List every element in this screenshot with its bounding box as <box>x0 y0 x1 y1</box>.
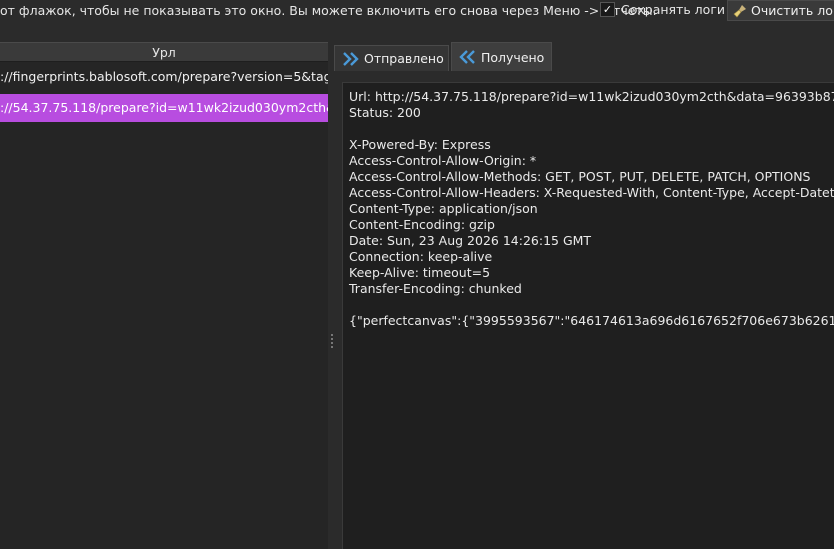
response-header: Access-Control-Allow-Headers: X-Requeste… <box>349 185 834 200</box>
toolbar: от флажок, чтобы не показывать это окно.… <box>0 0 834 22</box>
response-text-area[interactable]: Url: http://54.37.75.118/prepare?id=w11w… <box>342 82 834 549</box>
broom-icon <box>733 4 747 18</box>
clear-logs-label: Очистить логи <box>751 3 834 18</box>
response-header: Date: Sun, 23 Aug 2026 14:26:15 GMT <box>349 233 592 248</box>
response-url: Url: http://54.37.75.118/prepare?id=w11w… <box>349 89 834 104</box>
response-status: Status: 200 <box>349 105 421 120</box>
checkbox-check-icon[interactable]: ✓ <box>600 2 615 17</box>
response-header: Content-Type: application/json <box>349 201 538 216</box>
table-row-selected[interactable]: ://54.37.75.118/prepare?id=w11wk2izud030… <box>0 94 328 122</box>
clear-logs-button[interactable]: Очистить логи <box>727 0 834 21</box>
double-chevron-left-icon <box>459 49 477 65</box>
tab-sent[interactable]: Отправлено <box>334 45 449 71</box>
splitter-grip-icon[interactable] <box>331 334 333 348</box>
response-header: X-Powered-By: Express <box>349 137 491 152</box>
tab-received[interactable]: Получено <box>451 42 552 71</box>
save-logs-checkbox[interactable]: ✓ Сохранять логи <box>600 2 725 17</box>
response-header: Connection: keep-alive <box>349 249 493 264</box>
column-header-url[interactable]: Урл <box>0 42 328 62</box>
hint-text: от флажок, чтобы не показывать это окно.… <box>0 3 657 18</box>
response-header: Access-Control-Allow-Methods: GET, POST,… <box>349 169 811 184</box>
response-body: {"perfectcanvas":{"3995593567":"64617461… <box>349 313 834 328</box>
response-header: Keep-Alive: timeout=5 <box>349 265 491 280</box>
table-row[interactable]: ://fingerprints.bablosoft.com/prepare?ve… <box>0 64 328 90</box>
response-header: Access-Control-Allow-Origin: * <box>349 153 537 168</box>
tab-sent-label: Отправлено <box>364 51 444 66</box>
double-chevron-right-icon <box>342 51 360 67</box>
response-header: Transfer-Encoding: chunked <box>349 281 522 296</box>
response-header: Content-Encoding: gzip <box>349 217 495 232</box>
save-logs-label: Сохранять логи <box>621 2 726 17</box>
tab-received-label: Получено <box>481 49 545 65</box>
